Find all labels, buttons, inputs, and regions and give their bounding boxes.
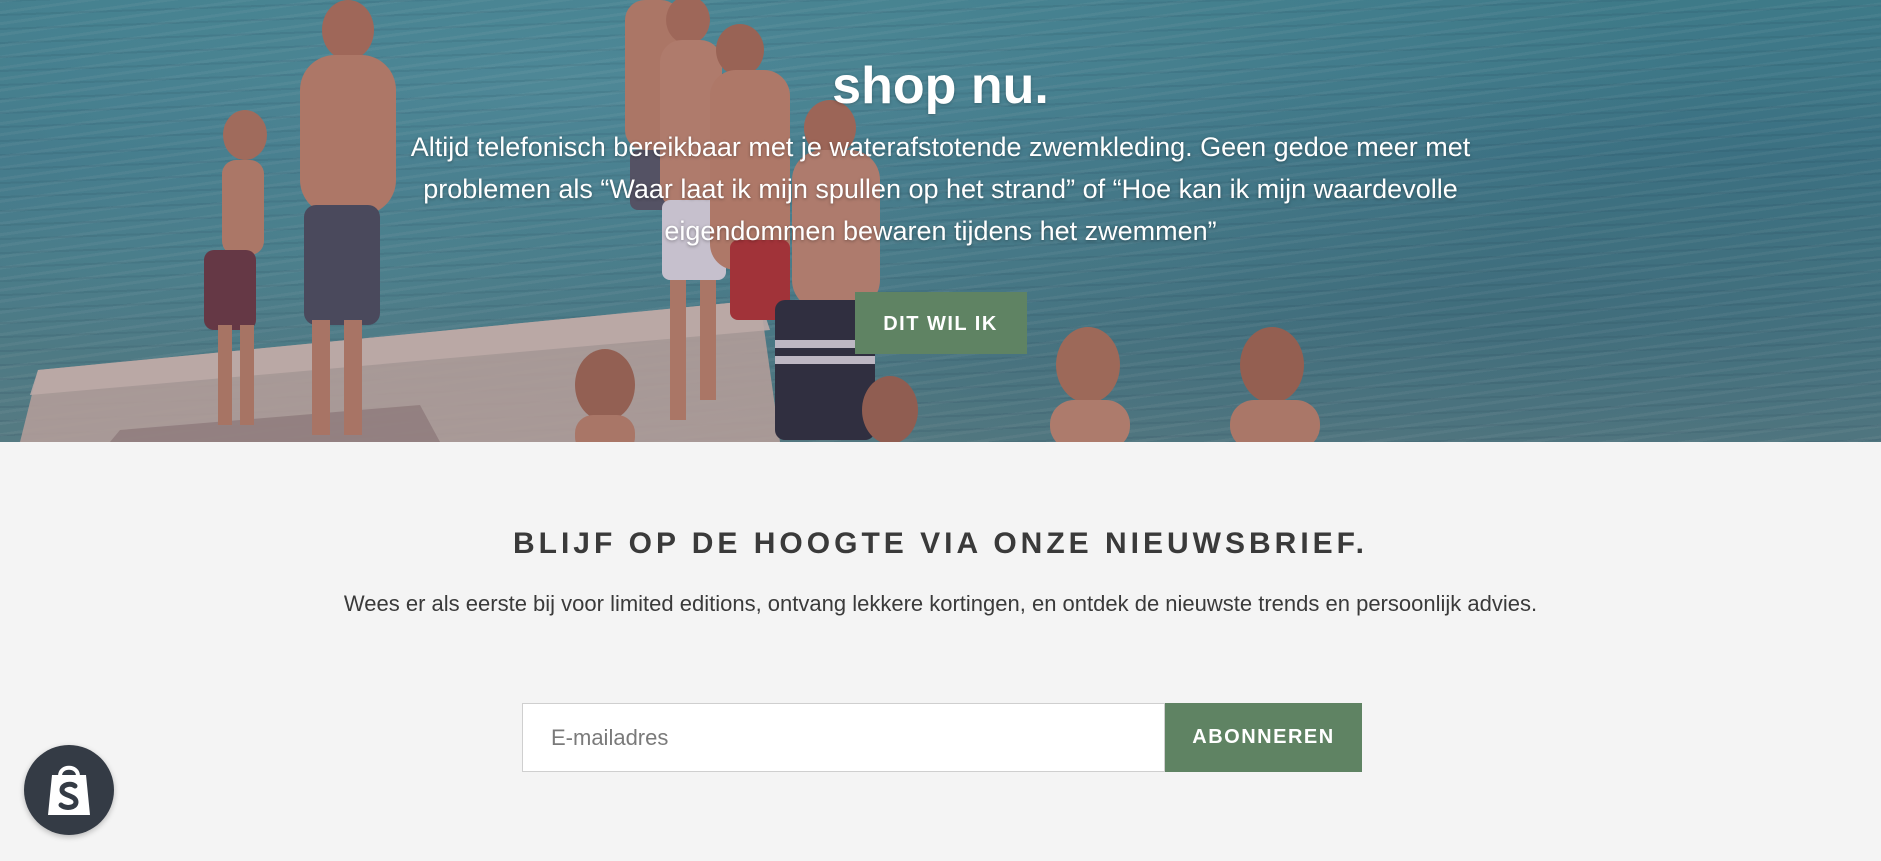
hero-content: shop nu. Altijd telefonisch bereikbaar m… — [0, 0, 1881, 354]
dit-wil-ik-button[interactable]: DIT WIL IK — [854, 292, 1027, 354]
shopify-bag-icon — [48, 765, 90, 815]
hero-title: shop nu. — [832, 57, 1049, 115]
newsletter-description: Wees er als eerste bij voor limited edit… — [343, 591, 1538, 616]
newsletter-form: ABONNEREN — [522, 703, 1362, 772]
newsletter-section: BLIJF OP DE HOOGTE VIA ONZE NIEUWSBRIEF.… — [0, 442, 1881, 861]
shopify-badge-button[interactable] — [24, 745, 114, 835]
hero-description: Altijd telefonisch bereikbaar met je wat… — [410, 132, 1471, 246]
hero-banner: shop nu. Altijd telefonisch bereikbaar m… — [0, 0, 1881, 442]
email-input[interactable] — [522, 703, 1165, 772]
subscribe-button[interactable]: ABONNEREN — [1165, 703, 1362, 772]
newsletter-title: BLIJF OP DE HOOGTE VIA ONZE NIEUWSBRIEF. — [512, 527, 1369, 560]
